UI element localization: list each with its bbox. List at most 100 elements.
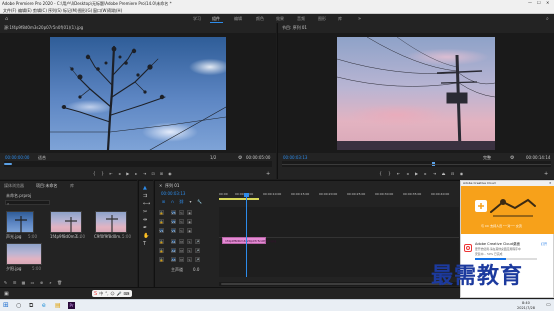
v3-sync-icon[interactable]: ⇋ [179, 210, 184, 215]
add-marker-icon[interactable]: ▾ [188, 199, 193, 204]
lift-icon[interactable]: ⏏ [441, 171, 446, 176]
menu-window[interactable]: 窗口(W) [93, 8, 108, 13]
prog-step-back-icon[interactable]: ◂ [405, 171, 410, 176]
step-back-icon[interactable]: ◂ [117, 171, 121, 176]
search-icon[interactable]: ⌕ [546, 16, 549, 22]
snap-icon[interactable]: ∩ [170, 199, 175, 204]
source-fit-select[interactable]: 适合 [38, 156, 46, 160]
prog-mark-out-icon[interactable]: } [387, 171, 392, 176]
source-playhead-handle[interactable] [4, 163, 12, 165]
add-button-icon[interactable]: + [266, 171, 270, 177]
menu-marker[interactable]: 标记(M) [63, 8, 78, 13]
a1-mic-icon[interactable]: 🎤 [195, 239, 200, 244]
a2-label[interactable]: A2 [171, 248, 176, 253]
program-timecode[interactable]: 00:00:03:13 [283, 156, 307, 160]
v3-lock-icon[interactable]: 🔒 [159, 210, 164, 215]
v1-source-patch[interactable]: V1 [159, 228, 164, 233]
menu-sequence[interactable]: 序列(S) [48, 8, 62, 13]
list-view-icon[interactable]: ☰ [12, 280, 17, 285]
timeline-settings-icon[interactable]: 🔧 [197, 199, 202, 204]
v2-lock-icon[interactable]: 🔒 [159, 219, 164, 224]
prog-mark-in-icon[interactable]: { [378, 171, 383, 176]
source-ratio-select[interactable]: 1/2 [210, 156, 216, 160]
prog-export-frame-icon[interactable]: ◉ [459, 171, 464, 176]
a1-lock-icon[interactable]: 🔒 [159, 239, 164, 244]
a3-mute[interactable]: M [179, 257, 184, 262]
extract-icon[interactable]: ⊟ [450, 171, 455, 176]
tab-graphics[interactable]: 图形 [318, 17, 326, 21]
prog-go-to-out-icon[interactable]: ⇥ [432, 171, 437, 176]
tab-library[interactable]: 库 [70, 184, 74, 188]
a2-mic-icon[interactable]: 🎤 [195, 248, 200, 253]
a2-mute[interactable]: M [179, 248, 184, 253]
selection-tool-icon[interactable]: ▲ [143, 185, 147, 191]
step-forward-icon[interactable]: ▸ [134, 171, 138, 176]
project-search-input[interactable]: ⌕ [5, 200, 50, 206]
ime-punct-icon[interactable]: °, [105, 291, 108, 296]
tab-audio[interactable]: 音频 [297, 17, 305, 21]
master-track-value[interactable]: 0.0 [193, 268, 199, 272]
v3-label[interactable]: V3 [171, 210, 176, 215]
track-select-icon[interactable]: ⇉ [143, 193, 147, 199]
tab-effects[interactable]: 效果 [276, 17, 284, 21]
home-icon[interactable]: ⌂ [5, 16, 10, 22]
new-bin-icon[interactable]: ▭ [30, 280, 35, 285]
cc-banner[interactable]: 与 CC 支持人员 "一对一" 交流 [461, 186, 554, 234]
project-thumb-3[interactable] [95, 211, 127, 234]
ime-emoji-icon[interactable]: ☺ [110, 291, 114, 296]
source-header[interactable]: 源:1f4p9f8d0m3s20p07r5n0f(01)(1).jpg [4, 26, 83, 30]
ime-cn-icon[interactable]: 中 [99, 291, 103, 297]
a3-solo[interactable]: S [187, 257, 192, 262]
premiere-taskbar-icon[interactable]: Pr [68, 302, 75, 309]
clear-icon[interactable]: 🗑 [57, 280, 62, 285]
more-workspaces-icon[interactable]: » [358, 16, 361, 22]
timeline-scrollbar[interactable] [219, 282, 459, 286]
type-icon[interactable]: T [143, 241, 146, 247]
ripple-edit-icon[interactable]: ⟷ [143, 201, 150, 207]
timeline-tab[interactable]: 序列 01 [165, 184, 179, 188]
a3-label[interactable]: A3 [171, 257, 176, 262]
v3-eye-icon[interactable]: ◉ [187, 210, 192, 215]
mark-out-icon[interactable]: } [100, 171, 104, 176]
close-button[interactable]: ✕ [546, 1, 549, 5]
source-timecode[interactable]: 00:00:00:00 [5, 156, 29, 160]
ime-mic-icon[interactable]: 🎤 [117, 291, 122, 296]
v1-eye-icon[interactable]: ◉ [187, 228, 192, 233]
v2-label[interactable]: V2 [171, 219, 176, 224]
find-icon[interactable]: ⌕ [48, 280, 53, 285]
tab-learn[interactable]: 学习 [193, 17, 201, 21]
work-area-bar[interactable] [219, 198, 259, 200]
timeline-scroll-thumb[interactable] [221, 283, 451, 285]
notification-icon[interactable]: ▭ [546, 302, 551, 308]
a3-mic-icon[interactable]: 🎤 [195, 257, 200, 262]
razor-icon[interactable]: ✂ [143, 209, 147, 215]
video-clip[interactable]: 1f4p9f8d0m3s20p07r5n0f(01).jpg [222, 237, 276, 244]
tab-assembly[interactable]: 组件 [212, 17, 220, 21]
taskbar-search-icon[interactable]: ○ [16, 302, 23, 309]
prog-go-to-in-icon[interactable]: ⇤ [396, 171, 401, 176]
slip-icon[interactable]: ⇹ [143, 217, 147, 223]
mark-in-icon[interactable]: { [92, 171, 96, 176]
nest-icon[interactable]: ⊞ [161, 199, 166, 204]
export-frame-icon[interactable]: ◉ [168, 171, 172, 176]
program-header[interactable]: 节目: 序列 01 [282, 26, 307, 30]
pen-icon[interactable]: ✒ [143, 225, 147, 231]
overwrite-icon[interactable]: ⊞ [159, 171, 163, 176]
timeline-timecode[interactable]: 00:00:03:13 [161, 192, 185, 196]
go-to-in-icon[interactable]: ⇤ [109, 171, 113, 176]
a1-label[interactable]: A1 [171, 239, 176, 244]
minimize-button[interactable]: — [528, 1, 532, 5]
timeline-tab-close-icon[interactable]: ✕ [159, 184, 162, 188]
a2-solo[interactable]: S [187, 248, 192, 253]
menu-edit[interactable]: 编辑(E) [18, 8, 32, 13]
tab-project[interactable]: 项目:未命名 [36, 184, 57, 188]
play-icon[interactable]: ▶ [126, 171, 130, 176]
a2-lock-icon[interactable]: 🔒 [159, 248, 164, 253]
v2-eye-icon[interactable]: ◉ [187, 219, 192, 224]
status-icon[interactable]: ▣ [4, 291, 9, 297]
file-explorer-icon[interactable]: ▤ [55, 302, 62, 309]
menu-file[interactable]: 文件(F) [3, 8, 16, 13]
hand-icon[interactable]: ✋ [143, 233, 149, 239]
track-area[interactable]: 1f4p9f8d0m3s20p07r5n0f(01).jpg [219, 207, 459, 277]
project-thumb-4[interactable] [6, 243, 42, 265]
